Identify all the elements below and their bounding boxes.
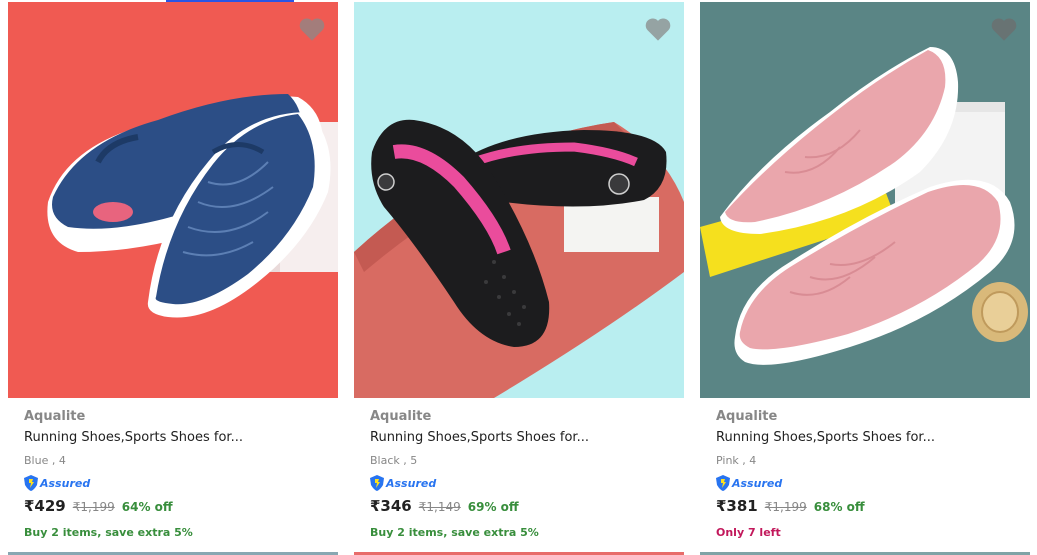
product-info: Aqualite Running Shoes,Sports Shoes for.… [370, 408, 674, 540]
discount-percent: 68% off [813, 500, 865, 514]
product-variant: Black , 5 [370, 454, 418, 467]
product-image[interactable] [8, 2, 338, 398]
original-price: ₹1,199 [764, 500, 807, 514]
selling-price: ₹429 [24, 497, 66, 515]
original-price: ₹1,199 [72, 500, 115, 514]
assured-badge: Assured [716, 474, 1020, 492]
price-row: ₹381 ₹1,199 68% off [716, 497, 1020, 517]
assured-badge: Assured [370, 474, 674, 492]
product-card[interactable]: Aqualite Running Shoes,Sports Shoes for.… [354, 2, 684, 555]
assured-label: Assured [40, 476, 91, 490]
offer-text: Buy 2 items, save extra 5% [24, 526, 193, 539]
product-image[interactable] [700, 2, 1030, 398]
wishlist-heart-icon[interactable] [990, 16, 1018, 42]
assured-badge: Assured [24, 474, 328, 492]
product-title[interactable]: Running Shoes,Sports Shoes for... [716, 429, 1020, 447]
assured-shield-icon [716, 475, 730, 491]
product-info: Aqualite Running Shoes,Sports Shoes for.… [716, 408, 1020, 540]
wishlist-heart-icon[interactable] [644, 16, 672, 42]
product-variant: Blue , 4 [24, 454, 66, 467]
price-row: ₹346 ₹1,149 69% off [370, 497, 674, 517]
original-price: ₹1,149 [418, 500, 461, 514]
product-title[interactable]: Running Shoes,Sports Shoes for... [24, 429, 328, 447]
wishlist-heart-icon[interactable] [298, 16, 326, 42]
product-card[interactable]: Aqualite Running Shoes,Sports Shoes for.… [8, 2, 338, 555]
selling-price: ₹346 [370, 497, 412, 515]
stock-warning-text: Only 7 left [716, 526, 781, 539]
offer-text: Buy 2 items, save extra 5% [370, 526, 539, 539]
product-brand: Aqualite [716, 409, 778, 424]
product-info: Aqualite Running Shoes,Sports Shoes for.… [24, 408, 328, 540]
product-image[interactable] [354, 2, 684, 398]
product-brand: Aqualite [370, 409, 432, 424]
assured-shield-icon [24, 475, 38, 491]
assured-label: Assured [732, 476, 783, 490]
product-title[interactable]: Running Shoes,Sports Shoes for... [370, 429, 674, 447]
discount-percent: 64% off [121, 500, 173, 514]
discount-percent: 69% off [467, 500, 519, 514]
product-card[interactable]: Aqualite Running Shoes,Sports Shoes for.… [700, 2, 1030, 555]
assured-label: Assured [386, 476, 437, 490]
product-variant: Pink , 4 [716, 454, 757, 467]
product-brand: Aqualite [24, 409, 86, 424]
selling-price: ₹381 [716, 497, 758, 515]
price-row: ₹429 ₹1,199 64% off [24, 497, 328, 517]
assured-shield-icon [370, 475, 384, 491]
